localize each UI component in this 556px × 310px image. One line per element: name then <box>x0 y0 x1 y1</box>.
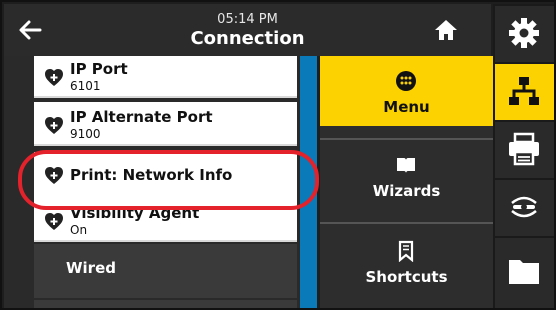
highlight-ring <box>18 150 319 210</box>
favorite-add-icon[interactable] <box>44 212 64 232</box>
list-item-ip-alternate-port[interactable]: IP Alternate Port 9100 <box>34 102 297 146</box>
home-button[interactable] <box>432 16 460 44</box>
wizards-label: Wizards <box>372 182 441 200</box>
print-button[interactable] <box>495 122 554 178</box>
nav-panel: Menu Wizards Shortcuts <box>320 56 493 308</box>
storage-button[interactable] <box>495 238 554 308</box>
book-icon <box>397 158 415 173</box>
favorite-add-icon[interactable] <box>44 68 64 88</box>
shortcuts-button[interactable]: Shortcuts <box>320 226 493 296</box>
clock: 05:14 PM <box>217 12 278 27</box>
list-item-value: 6101 <box>70 79 101 93</box>
header-bar: 05:14 PM Connection <box>4 4 491 56</box>
network-icon <box>509 77 539 105</box>
list-item-value: On <box>70 223 88 237</box>
list-section-wired[interactable]: Wired <box>34 244 297 298</box>
divider <box>320 222 493 224</box>
section-label: Wired <box>66 259 116 277</box>
list-item-next[interactable] <box>34 300 297 308</box>
list-item-value: 9100 <box>70 127 101 141</box>
icon-rail <box>493 4 554 308</box>
page-title: Connection <box>190 28 305 49</box>
connection-button[interactable] <box>495 64 554 120</box>
bookmark-icon <box>398 240 414 262</box>
menu-label: Menu <box>383 98 430 116</box>
home-icon <box>435 20 457 40</box>
favorite-add-icon[interactable] <box>44 116 64 136</box>
folder-icon <box>509 260 539 284</box>
shortcuts-label: Shortcuts <box>365 268 448 286</box>
wizards-button[interactable]: Wizards <box>320 140 493 210</box>
list-item-label: IP Alternate Port <box>70 108 213 126</box>
list-item-ip-port[interactable]: IP Port 6101 <box>34 56 297 98</box>
gear-icon <box>509 18 539 48</box>
settings-button[interactable] <box>495 6 554 62</box>
menu-dots-icon <box>396 71 416 91</box>
list-item-label: IP Port <box>70 60 128 78</box>
wireless-button[interactable] <box>495 180 554 236</box>
wireless-icon <box>511 196 537 218</box>
printer-screen: 05:14 PM Connection IP Port 6101 IP Alte… <box>0 0 556 310</box>
menu-button[interactable]: Menu <box>320 56 493 126</box>
printer-icon <box>509 132 539 166</box>
